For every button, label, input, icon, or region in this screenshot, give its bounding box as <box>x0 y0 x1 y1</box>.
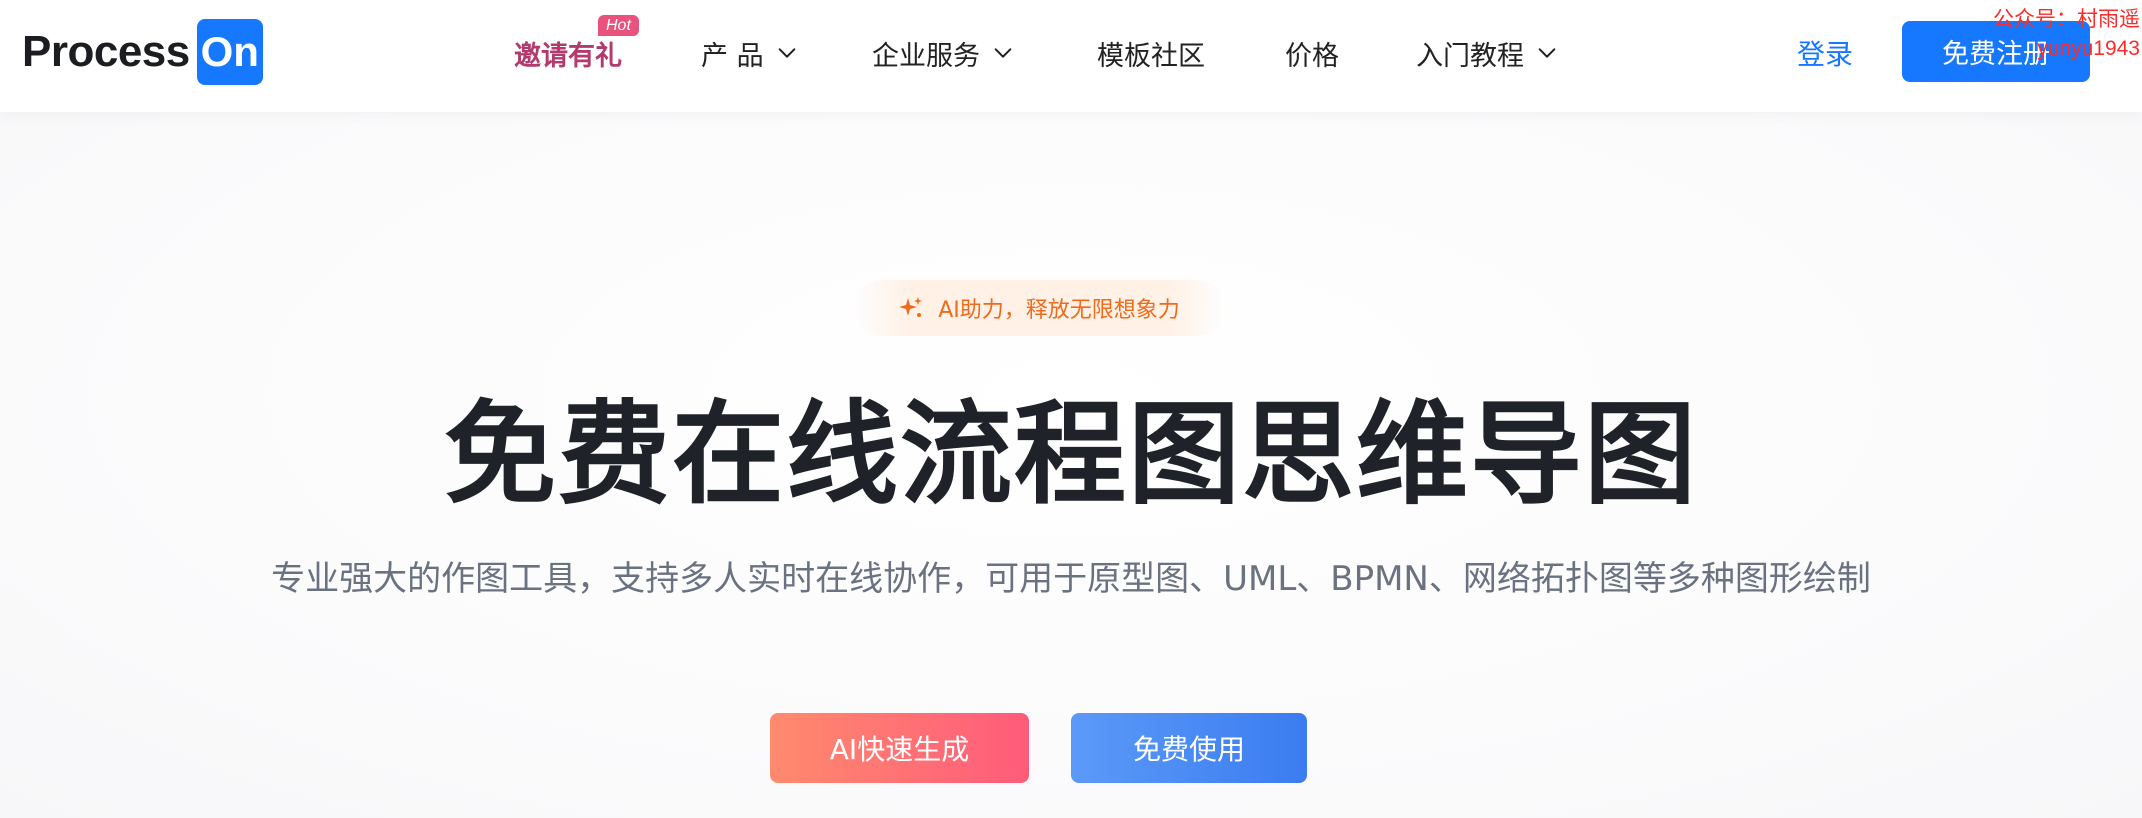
chevron-down-icon <box>778 48 795 58</box>
chevron-down-icon <box>994 48 1012 58</box>
logo-text: Process <box>22 27 190 76</box>
nav-invite-label: 邀请有礼 <box>514 40 622 72</box>
nav-enterprise[interactable]: 企业服务 <box>872 0 1014 106</box>
free-use-button[interactable]: 免费使用 <box>1071 713 1307 783</box>
nav-invite[interactable]: 邀请有礼 Hot <box>514 0 639 106</box>
nav-products-label: 产 品 <box>701 40 764 72</box>
hero-subtitle: 专业强大的作图工具，支持多人实时在线协作，可用于原型图、UML、BPMN、网络拓… <box>271 559 1871 599</box>
nav-templates-label: 模板社区 <box>1097 40 1205 72</box>
ai-pill-text: AI助力，释放无限想象力 <box>938 298 1180 323</box>
login-link[interactable]: 登录 <box>1797 0 1853 106</box>
nav-enterprise-label: 企业服务 <box>872 40 980 72</box>
hero-title: 免费在线流程图思维导图 <box>444 390 1698 520</box>
processon-logo[interactable]: Process On <box>22 19 263 85</box>
nav-pricing[interactable]: 价格 <box>1285 0 1339 106</box>
nav-pricing-label: 价格 <box>1285 40 1339 72</box>
nav-templates[interactable]: 模板社区 <box>1097 0 1205 106</box>
ai-feature-pill: AI助力，释放无限想象力 <box>853 280 1225 336</box>
nav-products[interactable]: 产 品 <box>701 0 798 106</box>
signup-button[interactable]: 免费注册 <box>1902 21 2090 82</box>
nav-tutorials[interactable]: 入门教程 <box>1416 0 1558 106</box>
sparkle-icon <box>899 297 923 317</box>
nav-tutorials-label: 入门教程 <box>1416 40 1524 72</box>
chevron-down-icon <box>1538 48 1556 58</box>
logo-box: On <box>196 19 263 85</box>
top-navbar: Process On 邀请有礼 Hot 产 品 企业服务 模板社区 价格 入门教… <box>0 0 2142 112</box>
hot-badge: Hot <box>598 15 639 36</box>
ai-generate-button[interactable]: AI快速生成 <box>770 713 1029 783</box>
